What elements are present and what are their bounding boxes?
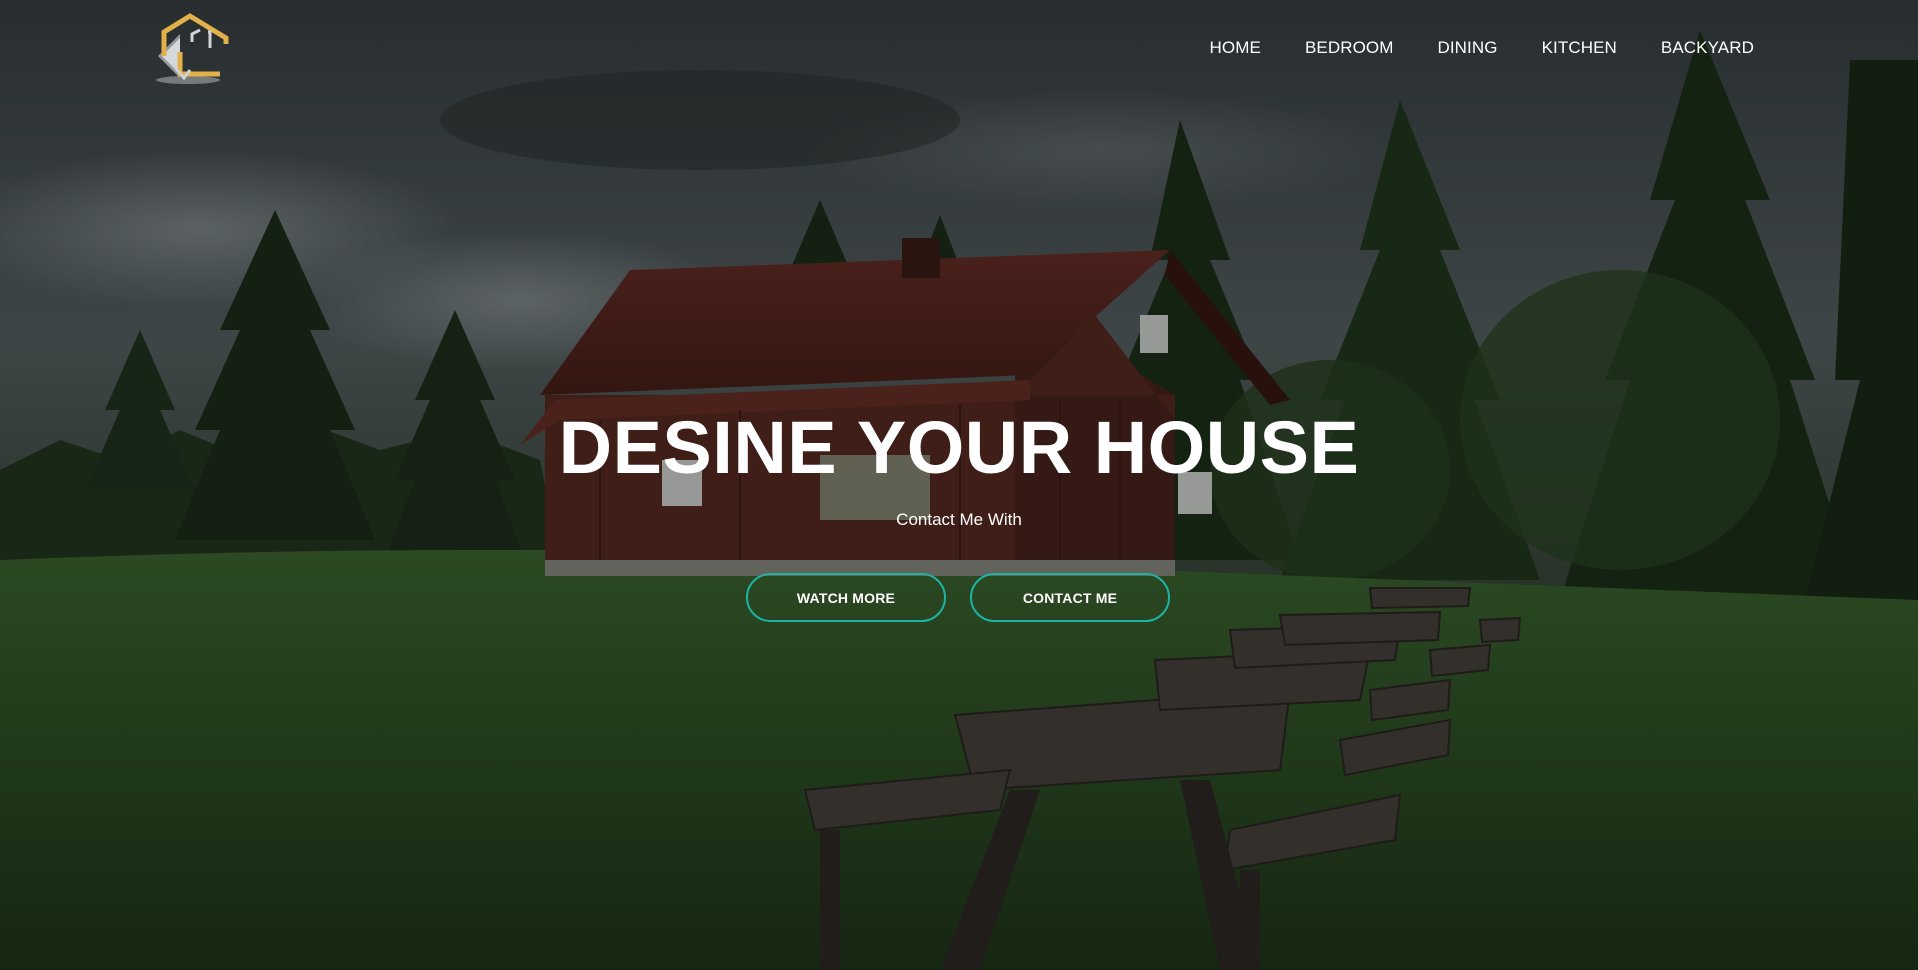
nav-item-home[interactable]: HOME <box>1210 38 1261 58</box>
main-nav: HOME BEDROOM DINING KITCHEN BACKYARD <box>1210 38 1754 58</box>
nav-item-dining[interactable]: DINING <box>1437 38 1497 58</box>
house-logo-icon[interactable] <box>150 12 230 88</box>
nav-item-backyard[interactable]: BACKYARD <box>1661 38 1754 58</box>
watch-more-button[interactable]: WATCH MORE <box>746 573 946 622</box>
hero-title: DESINE YOUR HOUSE <box>558 406 1360 489</box>
nav-item-bedroom[interactable]: BEDROOM <box>1305 38 1394 58</box>
hero-subtitle: Contact Me With <box>896 510 1022 529</box>
hero-buttons: WATCH MORE CONTACT ME <box>746 573 1170 622</box>
contact-me-button[interactable]: CONTACT ME <box>970 573 1170 622</box>
nav-item-kitchen[interactable]: KITCHEN <box>1542 38 1617 58</box>
